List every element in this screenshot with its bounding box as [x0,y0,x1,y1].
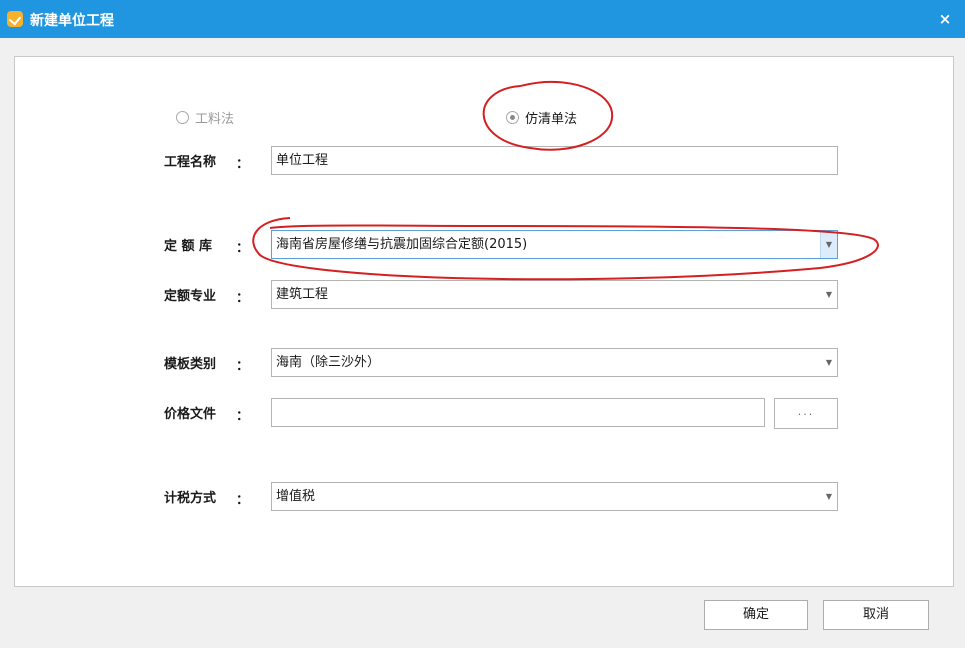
quota-library-label: 定 额 库 [164,239,213,254]
colon: ： [236,291,250,306]
close-button[interactable]: × [925,0,965,38]
chevron-down-icon[interactable]: ▼ [820,231,837,258]
radio-label: 仿清单法 [525,112,578,127]
colon: ： [236,409,250,424]
quota-specialty-value: 建筑工程 [276,287,329,302]
radio-selected-icon [506,111,519,124]
chevron-down-icon[interactable]: ▼ [821,349,837,376]
tax-method-value: 增值税 [276,489,316,504]
window-title: 新建单位工程 [30,13,114,29]
radio-bill-method[interactable]: 仿清单法 [506,108,577,127]
project-name-label: 工程名称 [164,155,217,170]
radio-circle-icon [176,111,189,124]
price-file-input[interactable] [271,398,765,427]
quota-specialty-label: 定额专业 [164,289,217,304]
browse-button[interactable]: ... [774,398,838,429]
cancel-button[interactable]: 取消 [823,600,929,630]
quota-specialty-select[interactable]: 建筑工程 ▼ [271,280,838,309]
colon: ： [236,241,250,256]
colon: ： [236,493,250,508]
tax-method-select[interactable]: 增值税 ▼ [271,482,838,511]
ok-button[interactable]: 确定 [704,600,808,630]
radio-label: 工料法 [195,112,235,127]
quota-library-select[interactable]: 海南省房屋修缮与抗震加固综合定额(2015) ▼ [271,230,838,259]
project-name-input[interactable]: 单位工程 [271,146,838,175]
quota-library-value: 海南省房屋修缮与抗震加固综合定额(2015) [276,237,528,252]
colon: ： [236,157,250,172]
app-icon [7,11,23,27]
price-file-label: 价格文件 [164,407,217,422]
template-category-value: 海南（除三沙外） [276,355,381,370]
template-category-label: 模板类别 [164,357,217,372]
colon: ： [236,359,250,374]
chevron-down-icon[interactable]: ▼ [821,281,837,308]
chevron-down-icon[interactable]: ▼ [821,483,837,510]
template-category-select[interactable]: 海南（除三沙外） ▼ [271,348,838,377]
tax-method-label: 计税方式 [164,491,217,506]
title-bar: 新建单位工程 × [0,0,965,38]
radio-material-method[interactable]: 工料法 [176,108,234,127]
form-panel: 工料法 仿清单法 工程名称 ： 单位工程 定 额 库 ： 海南省房屋修缮与抗震加… [14,56,954,587]
